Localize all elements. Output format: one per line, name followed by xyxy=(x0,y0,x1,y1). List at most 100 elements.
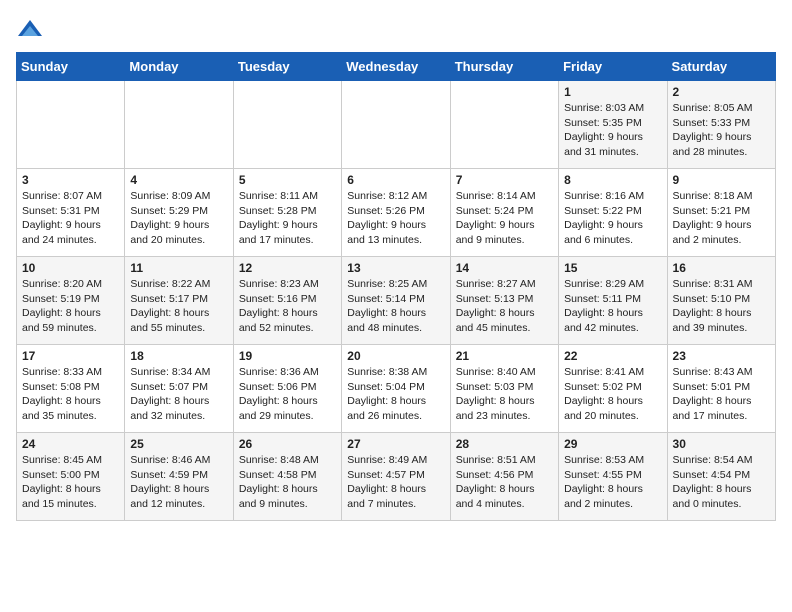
day-info: Sunrise: 8:20 AM Sunset: 5:19 PM Dayligh… xyxy=(22,277,119,336)
page-header xyxy=(16,16,776,44)
day-number: 19 xyxy=(239,349,336,363)
day-of-week-header: Thursday xyxy=(450,53,558,81)
day-info: Sunrise: 8:53 AM Sunset: 4:55 PM Dayligh… xyxy=(564,453,661,512)
day-of-week-header: Sunday xyxy=(17,53,125,81)
calendar-cell: 4 Sunrise: 8:09 AM Sunset: 5:29 PM Daylig… xyxy=(125,169,233,257)
calendar-cell: 29 Sunrise: 8:53 AM Sunset: 4:55 PM Dayli… xyxy=(559,433,667,521)
day-number: 16 xyxy=(673,261,770,275)
day-info: Sunrise: 8:43 AM Sunset: 5:01 PM Dayligh… xyxy=(673,365,770,424)
day-info: Sunrise: 8:40 AM Sunset: 5:03 PM Dayligh… xyxy=(456,365,553,424)
day-info: Sunrise: 8:03 AM Sunset: 5:35 PM Dayligh… xyxy=(564,101,661,160)
day-number: 7 xyxy=(456,173,553,187)
day-number: 26 xyxy=(239,437,336,451)
day-number: 1 xyxy=(564,85,661,99)
day-number: 25 xyxy=(130,437,227,451)
day-info: Sunrise: 8:33 AM Sunset: 5:08 PM Dayligh… xyxy=(22,365,119,424)
calendar-cell: 13Sunrise: 8:25 AM Sunset: 5:14 PM Dayli… xyxy=(342,257,450,345)
calendar-cell xyxy=(450,81,558,169)
calendar-table: SundayMondayTuesdayWednesdayThursdayFrid… xyxy=(16,52,776,521)
calendar-cell: 7 Sunrise: 8:14 AM Sunset: 5:24 PM Daylig… xyxy=(450,169,558,257)
day-number: 15 xyxy=(564,261,661,275)
calendar-cell: 5 Sunrise: 8:11 AM Sunset: 5:28 PM Daylig… xyxy=(233,169,341,257)
calendar-week-row: 24Sunrise: 8:45 AM Sunset: 5:00 PM Dayli… xyxy=(17,433,776,521)
calendar-cell: 25 Sunrise: 8:46 AM Sunset: 4:59 PM Dayli… xyxy=(125,433,233,521)
calendar-cell xyxy=(233,81,341,169)
day-number: 21 xyxy=(456,349,553,363)
calendar-cell: 1 Sunrise: 8:03 AM Sunset: 5:35 PM Daylig… xyxy=(559,81,667,169)
calendar-cell xyxy=(125,81,233,169)
day-info: Sunrise: 8:25 AM Sunset: 5:14 PM Dayligh… xyxy=(347,277,444,336)
calendar-week-row: 1 Sunrise: 8:03 AM Sunset: 5:35 PM Daylig… xyxy=(17,81,776,169)
calendar-cell: 2 Sunrise: 8:05 AM Sunset: 5:33 PM Daylig… xyxy=(667,81,775,169)
day-info: Sunrise: 8:45 AM Sunset: 5:00 PM Dayligh… xyxy=(22,453,119,512)
day-info: Sunrise: 8:51 AM Sunset: 4:56 PM Dayligh… xyxy=(456,453,553,512)
calendar-cell: 3 Sunrise: 8:07 AM Sunset: 5:31 PM Daylig… xyxy=(17,169,125,257)
day-info: Sunrise: 8:41 AM Sunset: 5:02 PM Dayligh… xyxy=(564,365,661,424)
calendar-cell: 14Sunrise: 8:27 AM Sunset: 5:13 PM Dayli… xyxy=(450,257,558,345)
day-info: Sunrise: 8:16 AM Sunset: 5:22 PM Dayligh… xyxy=(564,189,661,248)
day-info: Sunrise: 8:11 AM Sunset: 5:28 PM Dayligh… xyxy=(239,189,336,248)
day-number: 29 xyxy=(564,437,661,451)
day-number: 9 xyxy=(673,173,770,187)
calendar-cell: 28Sunrise: 8:51 AM Sunset: 4:56 PM Dayli… xyxy=(450,433,558,521)
day-of-week-header: Friday xyxy=(559,53,667,81)
calendar-cell: 15 Sunrise: 8:29 AM Sunset: 5:11 PM Dayli… xyxy=(559,257,667,345)
calendar-cell: 18 Sunrise: 8:34 AM Sunset: 5:07 PM Dayli… xyxy=(125,345,233,433)
day-info: Sunrise: 8:46 AM Sunset: 4:59 PM Dayligh… xyxy=(130,453,227,512)
day-info: Sunrise: 8:36 AM Sunset: 5:06 PM Dayligh… xyxy=(239,365,336,424)
day-number: 27 xyxy=(347,437,444,451)
calendar-cell xyxy=(342,81,450,169)
day-info: Sunrise: 8:18 AM Sunset: 5:21 PM Dayligh… xyxy=(673,189,770,248)
calendar-cell: 20 Sunrise: 8:38 AM Sunset: 5:04 PM Dayli… xyxy=(342,345,450,433)
day-info: Sunrise: 8:38 AM Sunset: 5:04 PM Dayligh… xyxy=(347,365,444,424)
calendar-week-row: 3 Sunrise: 8:07 AM Sunset: 5:31 PM Daylig… xyxy=(17,169,776,257)
calendar-week-row: 10 Sunrise: 8:20 AM Sunset: 5:19 PM Dayli… xyxy=(17,257,776,345)
calendar-cell: 11 Sunrise: 8:22 AM Sunset: 5:17 PM Dayli… xyxy=(125,257,233,345)
day-info: Sunrise: 8:12 AM Sunset: 5:26 PM Dayligh… xyxy=(347,189,444,248)
day-info: Sunrise: 8:14 AM Sunset: 5:24 PM Dayligh… xyxy=(456,189,553,248)
day-info: Sunrise: 8:22 AM Sunset: 5:17 PM Dayligh… xyxy=(130,277,227,336)
calendar-cell: 16Sunrise: 8:31 AM Sunset: 5:10 PM Dayli… xyxy=(667,257,775,345)
day-info: Sunrise: 8:07 AM Sunset: 5:31 PM Dayligh… xyxy=(22,189,119,248)
calendar-cell: 17Sunrise: 8:33 AM Sunset: 5:08 PM Dayli… xyxy=(17,345,125,433)
day-info: Sunrise: 8:29 AM Sunset: 5:11 PM Dayligh… xyxy=(564,277,661,336)
calendar-cell: 30Sunrise: 8:54 AM Sunset: 4:54 PM Dayli… xyxy=(667,433,775,521)
day-number: 22 xyxy=(564,349,661,363)
day-number: 30 xyxy=(673,437,770,451)
day-number: 3 xyxy=(22,173,119,187)
day-number: 18 xyxy=(130,349,227,363)
calendar-cell: 6Sunrise: 8:12 AM Sunset: 5:26 PM Daylig… xyxy=(342,169,450,257)
day-info: Sunrise: 8:09 AM Sunset: 5:29 PM Dayligh… xyxy=(130,189,227,248)
day-number: 5 xyxy=(239,173,336,187)
day-number: 11 xyxy=(130,261,227,275)
day-of-week-header: Monday xyxy=(125,53,233,81)
calendar-cell: 23 Sunrise: 8:43 AM Sunset: 5:01 PM Dayli… xyxy=(667,345,775,433)
day-info: Sunrise: 8:48 AM Sunset: 4:58 PM Dayligh… xyxy=(239,453,336,512)
calendar-cell: 21 Sunrise: 8:40 AM Sunset: 5:03 PM Dayli… xyxy=(450,345,558,433)
day-of-week-header: Wednesday xyxy=(342,53,450,81)
day-number: 20 xyxy=(347,349,444,363)
calendar-cell: 8Sunrise: 8:16 AM Sunset: 5:22 PM Daylig… xyxy=(559,169,667,257)
day-info: Sunrise: 8:49 AM Sunset: 4:57 PM Dayligh… xyxy=(347,453,444,512)
day-info: Sunrise: 8:05 AM Sunset: 5:33 PM Dayligh… xyxy=(673,101,770,160)
day-number: 14 xyxy=(456,261,553,275)
calendar-week-row: 17Sunrise: 8:33 AM Sunset: 5:08 PM Dayli… xyxy=(17,345,776,433)
calendar-cell: 22 Sunrise: 8:41 AM Sunset: 5:02 PM Dayli… xyxy=(559,345,667,433)
calendar-cell: 9 Sunrise: 8:18 AM Sunset: 5:21 PM Daylig… xyxy=(667,169,775,257)
calendar-cell: 24Sunrise: 8:45 AM Sunset: 5:00 PM Dayli… xyxy=(17,433,125,521)
calendar-cell: 19 Sunrise: 8:36 AM Sunset: 5:06 PM Dayli… xyxy=(233,345,341,433)
calendar-cell xyxy=(17,81,125,169)
day-of-week-header: Tuesday xyxy=(233,53,341,81)
calendar-cell: 26 Sunrise: 8:48 AM Sunset: 4:58 PM Dayli… xyxy=(233,433,341,521)
calendar-cell: 27 Sunrise: 8:49 AM Sunset: 4:57 PM Dayli… xyxy=(342,433,450,521)
day-info: Sunrise: 8:23 AM Sunset: 5:16 PM Dayligh… xyxy=(239,277,336,336)
day-info: Sunrise: 8:34 AM Sunset: 5:07 PM Dayligh… xyxy=(130,365,227,424)
logo xyxy=(16,16,48,44)
logo-icon xyxy=(16,16,44,44)
day-number: 12 xyxy=(239,261,336,275)
day-number: 10 xyxy=(22,261,119,275)
calendar-cell: 12 Sunrise: 8:23 AM Sunset: 5:16 PM Dayli… xyxy=(233,257,341,345)
day-number: 4 xyxy=(130,173,227,187)
day-number: 2 xyxy=(673,85,770,99)
day-number: 23 xyxy=(673,349,770,363)
